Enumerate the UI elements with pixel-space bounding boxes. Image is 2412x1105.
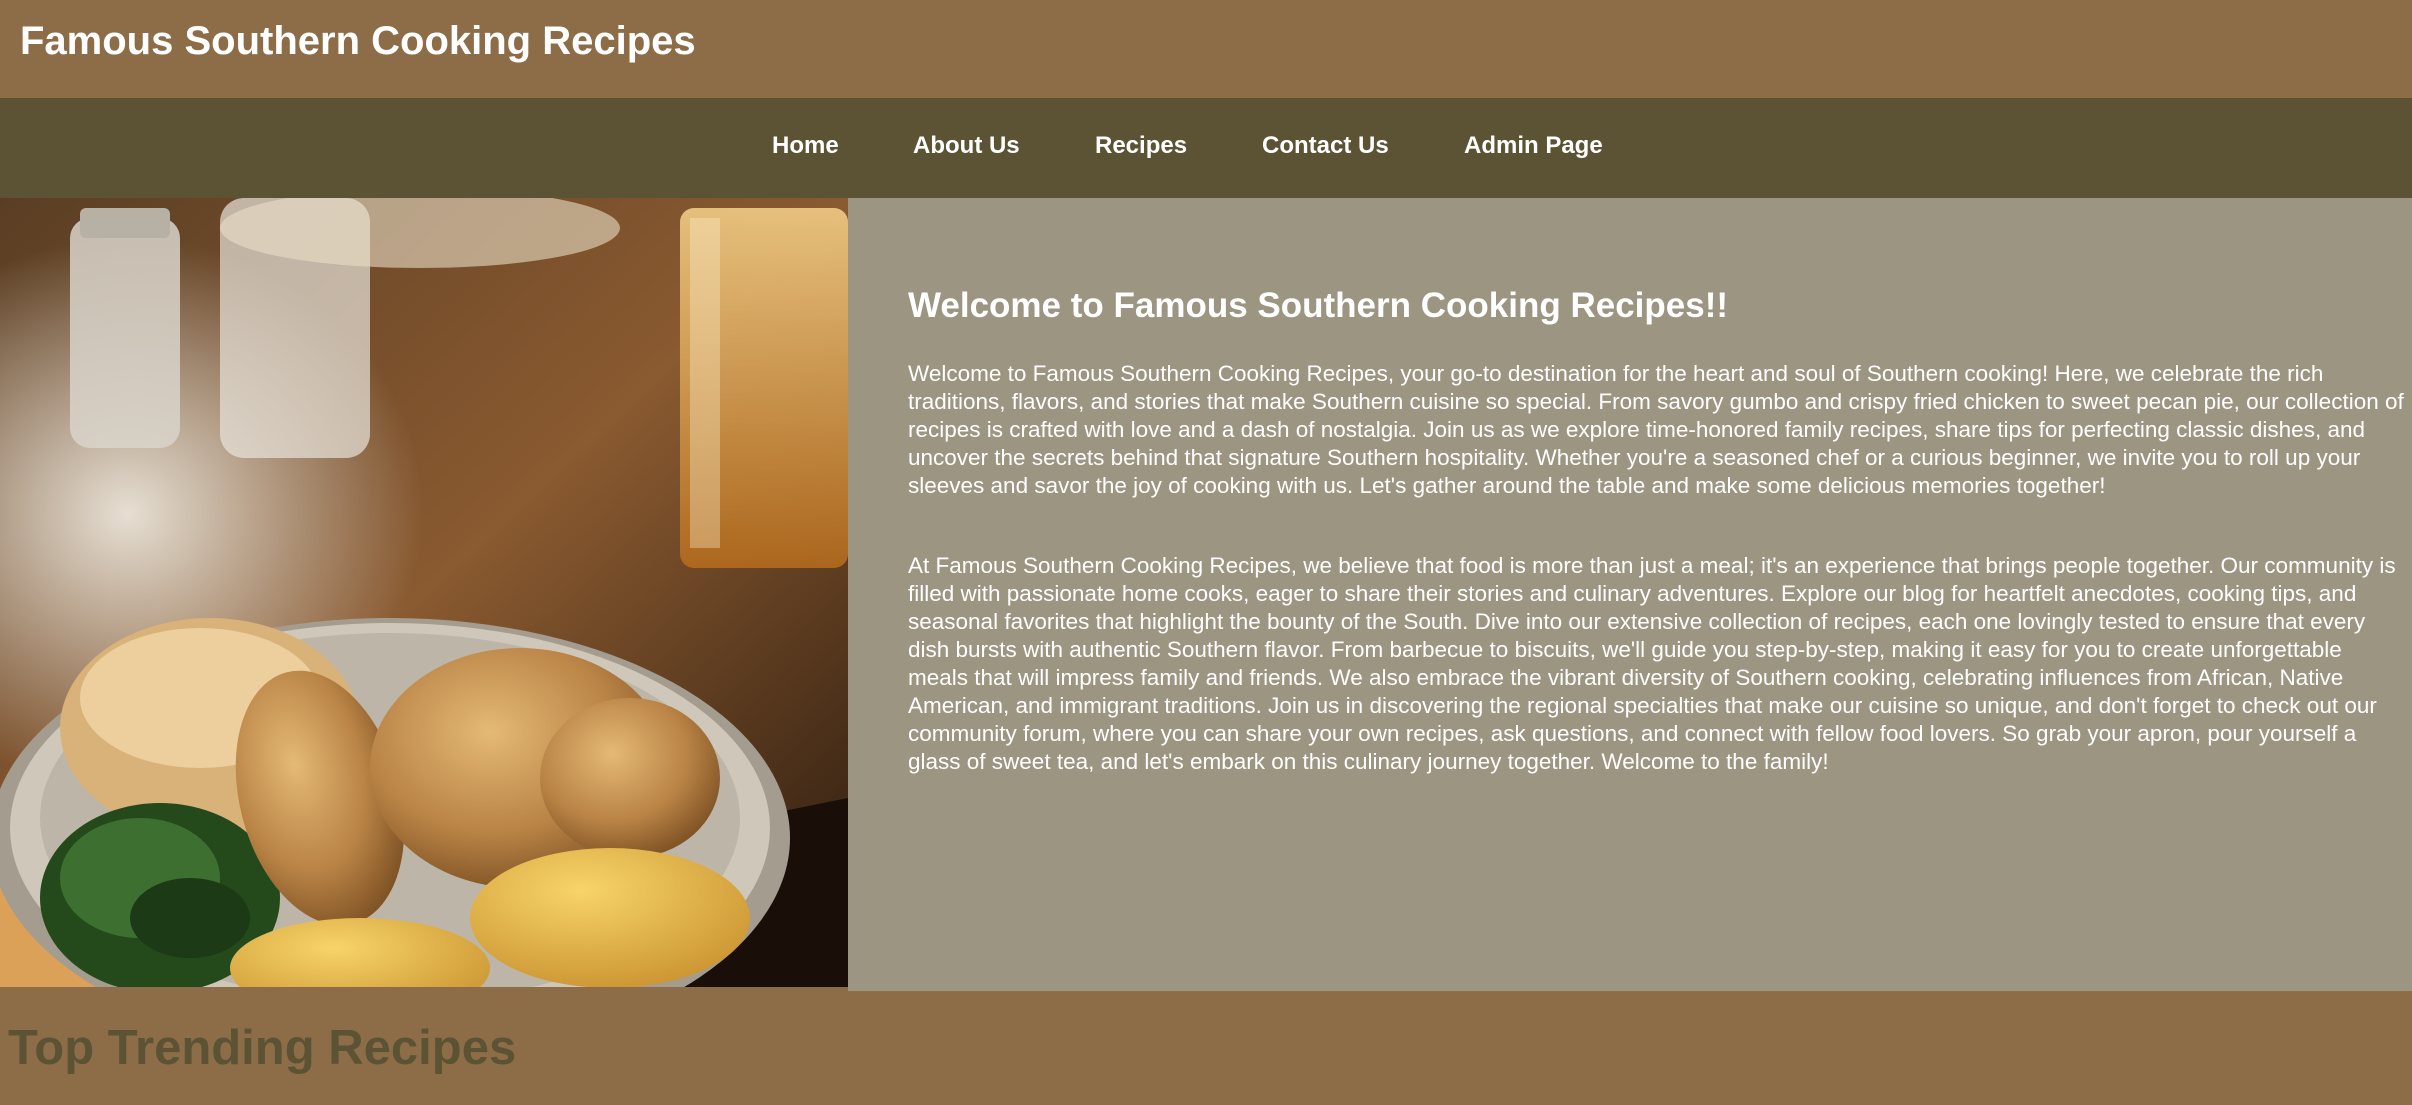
welcome-paragraph: At Famous Southern Cooking Recipes, we b… [908, 553, 2396, 774]
hero-food-image [0, 198, 848, 987]
welcome-paragraph: Welcome to Famous Southern Cooking Recip… [908, 361, 2404, 498]
welcome-heading: Welcome to Famous Southern Cooking Recip… [908, 286, 1729, 325]
site-title: Famous Southern Cooking Recipes [20, 19, 696, 63]
main-nav: Home About Us Recipes Contact Us Admin P… [0, 98, 2412, 198]
nav-home-link[interactable]: Home [772, 132, 839, 160]
nav-recipes-link[interactable]: Recipes [1095, 132, 1187, 160]
site-header: Famous Southern Cooking Recipes [0, 0, 2412, 98]
trending-recipes-heading: Top Trending Recipes [8, 1021, 517, 1075]
nav-about-us-link[interactable]: About Us [913, 132, 1020, 160]
welcome-section: Welcome to Famous Southern Cooking Recip… [848, 198, 2412, 991]
nav-admin-page-link[interactable]: Admin Page [1464, 132, 1603, 160]
nav-contact-us-link[interactable]: Contact Us [1262, 132, 1389, 160]
